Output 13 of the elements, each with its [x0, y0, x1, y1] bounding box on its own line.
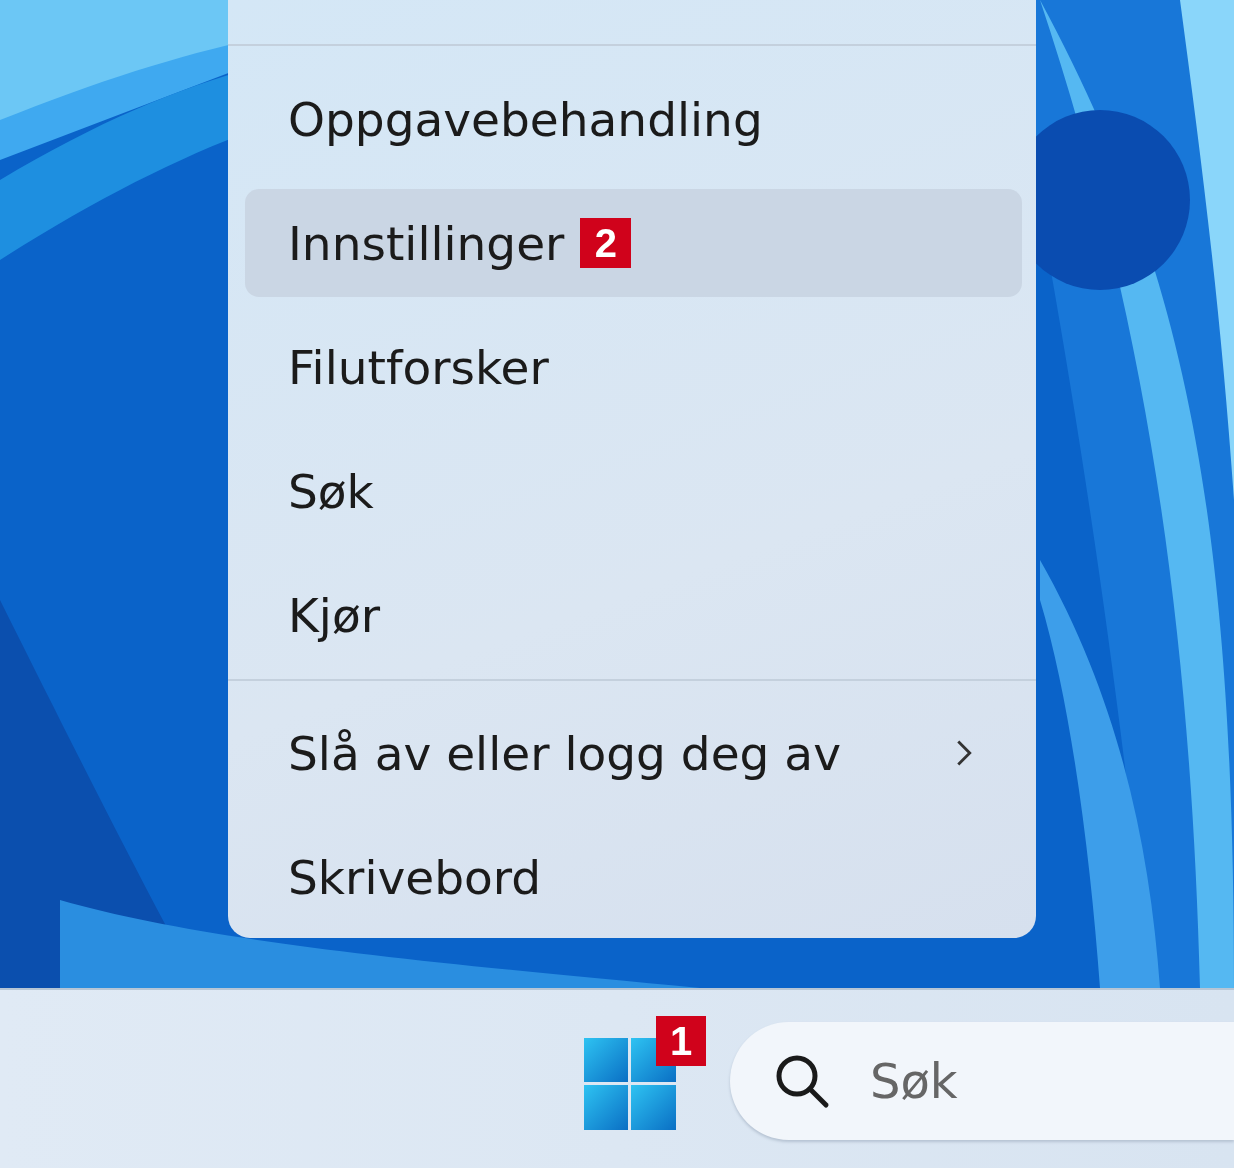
number-badge: 1 [656, 1016, 706, 1066]
menu-item[interactable]: Oppgavebehandling [245, 65, 1022, 173]
number-badge: 2 [580, 218, 632, 268]
chevron-right-icon [956, 739, 972, 767]
menu-item[interactable]: Innstillinger 2 [245, 189, 1022, 297]
menu-item[interactable]: Slå av eller logg deg av [245, 699, 1022, 807]
search-input[interactable]: Søk [868, 1052, 1168, 1110]
menu-item[interactable]: Kjør [245, 561, 1022, 669]
search-field[interactable]: Søk [730, 1022, 1234, 1140]
menu-item[interactable]: Filutforsker [245, 313, 1022, 421]
menu-item[interactable]: Skrivebord [245, 823, 1022, 931]
menu-item[interactable]: Søk [245, 437, 1022, 545]
search-icon [774, 1053, 830, 1109]
